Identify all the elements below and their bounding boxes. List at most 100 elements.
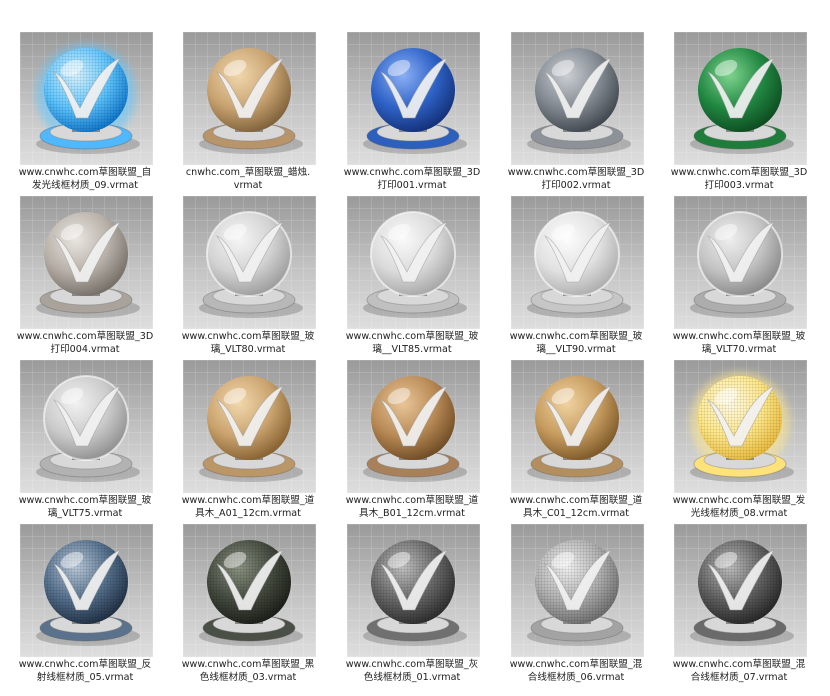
material-tile[interactable]: www.cnwhc.com草图联盟_发 光线框材质_08.vrmat bbox=[657, 360, 821, 524]
material-sphere-icon bbox=[347, 196, 480, 329]
material-grid: www.cnwhc.com草图联盟_自 发光线框材质_09.vrmat cnwhc.… bbox=[0, 0, 830, 696]
material-caption: www.cnwhc.com草图联盟_黑 色线框材质_03.vrmat bbox=[166, 658, 330, 684]
material-tile[interactable]: www.cnwhc.com草图联盟_玻 璃__VLT85.vrmat bbox=[330, 196, 494, 360]
material-tile[interactable]: www.cnwhc.com草图联盟_3D 打印003.vrmat bbox=[657, 32, 821, 196]
material-sphere-icon bbox=[347, 360, 480, 493]
material-tile[interactable]: www.cnwhc.com草图联盟_玻 璃_VLT70.vrmat bbox=[657, 196, 821, 360]
material-caption: www.cnwhc.com草图联盟_玻 璃_VLT80.vrmat bbox=[166, 330, 330, 356]
caption-line-2: 具木_C01_12cm.vrmat bbox=[522, 508, 629, 519]
material-sphere-icon bbox=[347, 32, 480, 165]
material-tile[interactable]: www.cnwhc.com草图联盟_玻 璃_VLT80.vrmat bbox=[166, 196, 330, 360]
material-tile[interactable]: www.cnwhc.com草图联盟_玻 璃_VLT75.vrmat bbox=[3, 360, 167, 524]
caption-line-2: 璃_VLT80.vrmat bbox=[210, 344, 286, 355]
material-sphere-icon bbox=[183, 32, 316, 165]
caption-line-2: 打印004.vrmat bbox=[50, 344, 120, 355]
material-caption: www.cnwhc.com草图联盟_玻 璃__VLT85.vrmat bbox=[330, 330, 494, 356]
caption-line-1: www.cnwhc.com草图联盟_玻 bbox=[181, 331, 315, 342]
caption-line-2: 打印001.vrmat bbox=[377, 180, 447, 191]
caption-line-1: www.cnwhc.com草图联盟_道 bbox=[181, 495, 315, 506]
material-sphere-icon bbox=[183, 360, 316, 493]
caption-line-2: 璃__VLT90.vrmat bbox=[536, 344, 616, 355]
material-tile[interactable]: www.cnwhc.com草图联盟_自 发光线框材质_09.vrmat bbox=[3, 32, 167, 196]
caption-line-1: www.cnwhc.com草图联盟_道 bbox=[509, 495, 643, 506]
caption-line-2: 打印003.vrmat bbox=[704, 180, 774, 191]
caption-line-2: 色线框材质_01.vrmat bbox=[363, 672, 461, 683]
material-caption: www.cnwhc.com草图联盟_3D 打印004.vrmat bbox=[3, 330, 167, 356]
caption-line-2: 璃_VLT70.vrmat bbox=[701, 344, 777, 355]
caption-line-2: vrmat bbox=[233, 180, 263, 191]
material-sphere-icon bbox=[511, 524, 644, 657]
material-caption: www.cnwhc.com草图联盟_道 具木_A01_12cm.vrmat bbox=[166, 494, 330, 520]
material-caption: www.cnwhc.com草图联盟_玻 璃_VLT75.vrmat bbox=[3, 494, 167, 520]
caption-line-1: www.cnwhc.com草图联盟_3D bbox=[16, 331, 154, 342]
material-tile[interactable]: www.cnwhc.com草图联盟_灰 色线框材质_01.vrmat bbox=[330, 524, 494, 688]
material-caption: cnwhc.com_草图联盟_蜡烛.vrmat bbox=[166, 166, 330, 192]
material-sphere-icon bbox=[347, 524, 480, 657]
material-caption: www.cnwhc.com草图联盟_玻 璃_VLT70.vrmat bbox=[657, 330, 821, 356]
caption-line-1: www.cnwhc.com草图联盟_玻 bbox=[509, 331, 643, 342]
material-tile[interactable]: www.cnwhc.com草图联盟_道 具木_B01_12cm.vrmat bbox=[330, 360, 494, 524]
material-sphere-icon bbox=[674, 524, 807, 657]
material-caption: www.cnwhc.com草图联盟_玻 璃__VLT90.vrmat bbox=[494, 330, 658, 356]
caption-line-1: www.cnwhc.com草图联盟_灰 bbox=[345, 659, 479, 670]
caption-line-1: www.cnwhc.com草图联盟_道 bbox=[345, 495, 479, 506]
caption-line-2: 具木_B01_12cm.vrmat bbox=[359, 508, 465, 519]
caption-line-1: www.cnwhc.com草图联盟_自 bbox=[18, 167, 152, 178]
material-tile[interactable]: cnwhc.com_草图联盟_蜡烛.vrmat bbox=[166, 32, 330, 196]
material-caption: www.cnwhc.com草图联盟_3D 打印003.vrmat bbox=[657, 166, 821, 192]
material-caption: www.cnwhc.com草图联盟_混 合线框材质_06.vrmat bbox=[494, 658, 658, 684]
material-tile[interactable]: www.cnwhc.com草图联盟_3D 打印002.vrmat bbox=[494, 32, 658, 196]
caption-line-1: www.cnwhc.com草图联盟_玻 bbox=[345, 331, 479, 342]
caption-line-2: 色线框材质_03.vrmat bbox=[199, 672, 297, 683]
caption-line-2: 璃__VLT85.vrmat bbox=[372, 344, 452, 355]
material-caption: www.cnwhc.com草图联盟_道 具木_C01_12cm.vrmat bbox=[494, 494, 658, 520]
material-sphere-icon bbox=[511, 196, 644, 329]
material-sphere-icon bbox=[511, 32, 644, 165]
material-sphere-icon bbox=[20, 360, 153, 493]
material-sphere-icon bbox=[674, 32, 807, 165]
caption-line-1: www.cnwhc.com草图联盟_玻 bbox=[18, 495, 152, 506]
material-sphere-icon bbox=[511, 360, 644, 493]
material-tile[interactable]: www.cnwhc.com草图联盟_玻 璃__VLT90.vrmat bbox=[494, 196, 658, 360]
caption-line-1: www.cnwhc.com草图联盟_3D bbox=[507, 167, 645, 178]
material-caption: www.cnwhc.com草图联盟_灰 色线框材质_01.vrmat bbox=[330, 658, 494, 684]
material-sphere-icon bbox=[183, 524, 316, 657]
caption-line-1: www.cnwhc.com草图联盟_反 bbox=[18, 659, 152, 670]
material-caption: www.cnwhc.com草图联盟_混 合线框材质_07.vrmat bbox=[657, 658, 821, 684]
caption-line-2: 璃_VLT75.vrmat bbox=[47, 508, 123, 519]
caption-line-1: www.cnwhc.com草图联盟_黑 bbox=[181, 659, 315, 670]
caption-line-1: www.cnwhc.com草图联盟_3D bbox=[670, 167, 808, 178]
material-caption: www.cnwhc.com草图联盟_自 发光线框材质_09.vrmat bbox=[3, 166, 167, 192]
material-tile[interactable]: www.cnwhc.com草图联盟_3D 打印001.vrmat bbox=[330, 32, 494, 196]
caption-line-1: www.cnwhc.com草图联盟_3D bbox=[343, 167, 481, 178]
material-tile[interactable]: www.cnwhc.com草图联盟_道 具木_C01_12cm.vrmat bbox=[494, 360, 658, 524]
material-sphere-icon bbox=[20, 196, 153, 329]
caption-line-2: 具木_A01_12cm.vrmat bbox=[195, 508, 301, 519]
material-sphere-icon bbox=[20, 32, 153, 165]
material-sphere-icon bbox=[674, 360, 807, 493]
material-caption: www.cnwhc.com草图联盟_3D 打印001.vrmat bbox=[330, 166, 494, 192]
caption-line-1: www.cnwhc.com草图联盟_混 bbox=[672, 659, 806, 670]
material-tile[interactable]: www.cnwhc.com草图联盟_道 具木_A01_12cm.vrmat bbox=[166, 360, 330, 524]
caption-line-1: www.cnwhc.com草图联盟_发 bbox=[672, 495, 806, 506]
material-tile[interactable]: www.cnwhc.com草图联盟_3D 打印004.vrmat bbox=[3, 196, 167, 360]
material-tile[interactable]: www.cnwhc.com草图联盟_混 合线框材质_06.vrmat bbox=[494, 524, 658, 688]
material-tile[interactable]: www.cnwhc.com草图联盟_反 射线框材质_05.vrmat bbox=[3, 524, 167, 688]
caption-line-1: www.cnwhc.com草图联盟_混 bbox=[509, 659, 643, 670]
caption-line-2: 光线框材质_08.vrmat bbox=[690, 508, 788, 519]
material-sphere-icon bbox=[183, 196, 316, 329]
caption-line-1: cnwhc.com_草图联盟_蜡烛. bbox=[185, 167, 311, 178]
caption-line-2: 打印002.vrmat bbox=[541, 180, 611, 191]
material-sphere-icon bbox=[674, 196, 807, 329]
material-sphere-icon bbox=[20, 524, 153, 657]
caption-line-2: 合线框材质_07.vrmat bbox=[690, 672, 788, 683]
material-tile[interactable]: www.cnwhc.com草图联盟_混 合线框材质_07.vrmat bbox=[657, 524, 821, 688]
material-caption: www.cnwhc.com草图联盟_3D 打印002.vrmat bbox=[494, 166, 658, 192]
caption-line-1: www.cnwhc.com草图联盟_玻 bbox=[672, 331, 806, 342]
caption-line-2: 合线框材质_06.vrmat bbox=[527, 672, 625, 683]
material-caption: www.cnwhc.com草图联盟_反 射线框材质_05.vrmat bbox=[3, 658, 167, 684]
caption-line-2: 发光线框材质_09.vrmat bbox=[31, 180, 139, 191]
material-tile[interactable]: www.cnwhc.com草图联盟_黑 色线框材质_03.vrmat bbox=[166, 524, 330, 688]
caption-line-2: 射线框材质_05.vrmat bbox=[36, 672, 134, 683]
material-caption: www.cnwhc.com草图联盟_道 具木_B01_12cm.vrmat bbox=[330, 494, 494, 520]
